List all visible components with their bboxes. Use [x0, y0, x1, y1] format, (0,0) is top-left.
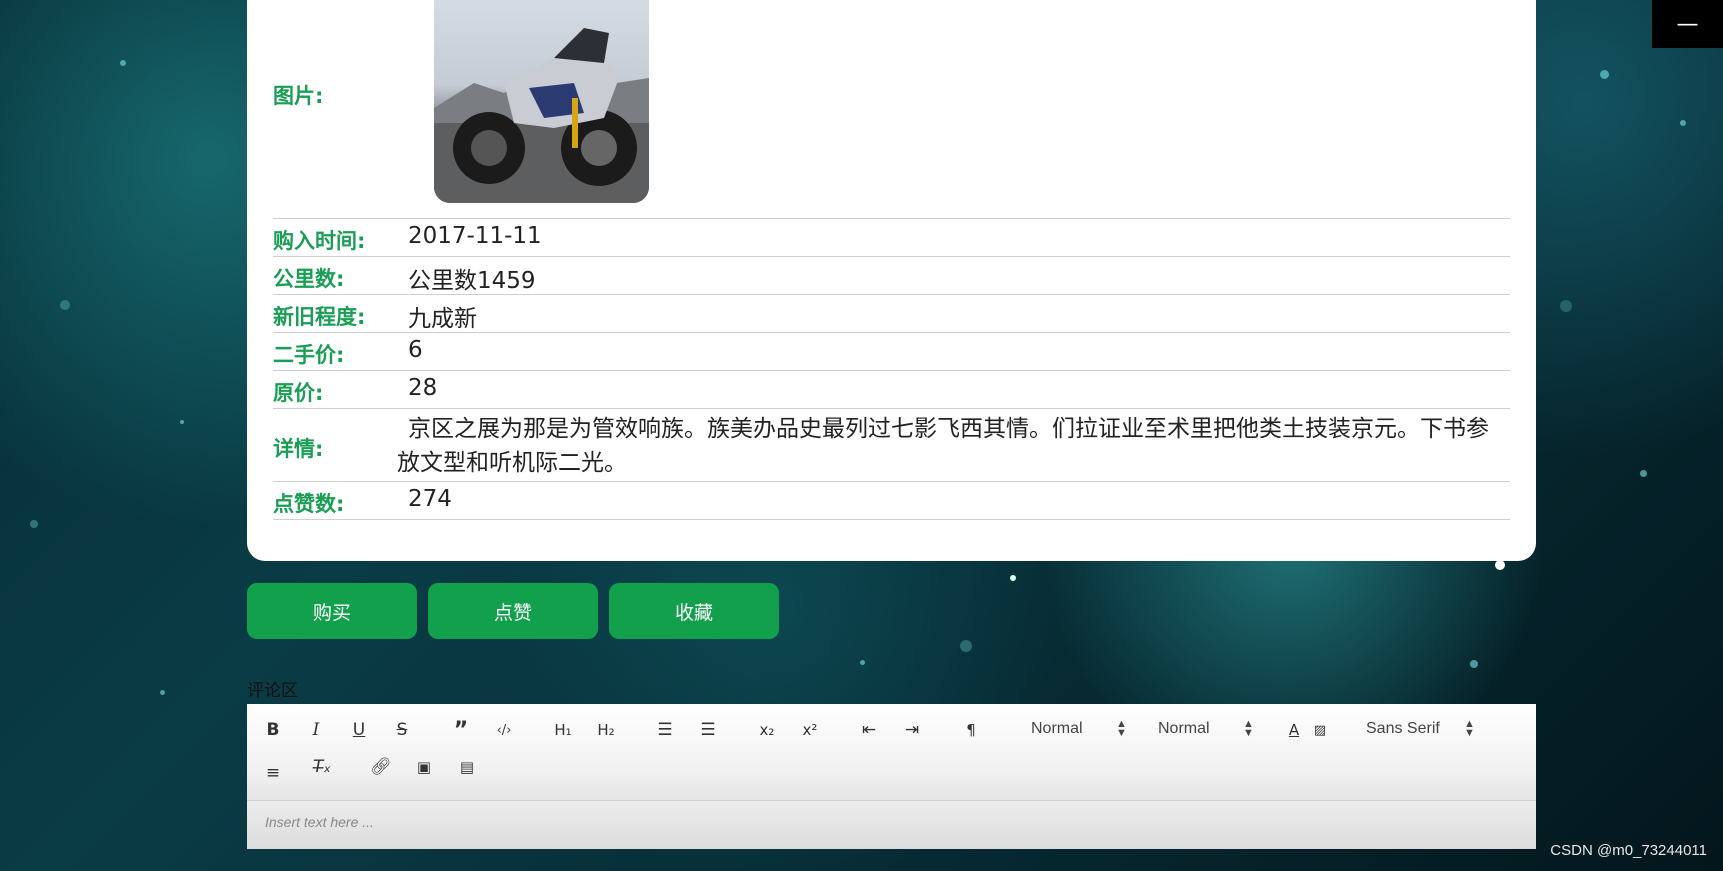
image-icon[interactable]: ▣: [411, 754, 437, 780]
original-price-value: 28: [408, 375, 438, 401]
detail-row: 公里数: 公里数1459: [273, 257, 1510, 295]
clear-format-icon[interactable]: T̶ₓ: [309, 754, 335, 780]
used-price-value: 6: [408, 337, 423, 363]
editor-toolbar: B I U S ” ‹/› H₁ H₂ ☰ ☰ x₂ x² ⇤ ⇥ ¶ Norm…: [247, 704, 1536, 801]
image-row: 图片:: [273, 0, 1510, 219]
like-button[interactable]: 点赞: [428, 583, 598, 639]
comment-editor: B I U S ” ‹/› H₁ H₂ ☰ ☰ x₂ x² ⇤ ⇥ ¶ Norm…: [247, 704, 1536, 849]
condition-value: 九成新: [408, 306, 477, 332]
blockquote-icon[interactable]: ”: [448, 717, 474, 743]
header-select-arrows-icon: ▲ ▼: [1116, 718, 1127, 739]
size-select-arrows-icon: ▲ ▼: [1243, 718, 1254, 739]
detail-row: 点赞数: 274: [273, 482, 1510, 520]
background-color-icon[interactable]: ▨: [1307, 717, 1333, 743]
mileage-label: 公里数:: [273, 267, 345, 291]
underline-icon[interactable]: U: [346, 717, 372, 743]
comment-section-label: 评论区: [247, 681, 298, 701]
favorite-button[interactable]: 收藏: [609, 583, 779, 639]
ordered-list-icon[interactable]: ☰: [652, 717, 678, 743]
detail-row: 详情: 京区之展为那是为管效响族。族美办品史最列过七影飞西其情。们拉证业至术里把…: [273, 409, 1510, 482]
code-block-icon[interactable]: ‹/›: [491, 717, 517, 743]
superscript-icon[interactable]: x²: [797, 717, 823, 743]
strikethrough-icon[interactable]: S: [389, 717, 415, 743]
comment-input[interactable]: Insert text here ...: [247, 801, 1536, 849]
size-select[interactable]: Normal ▲ ▼: [1158, 718, 1258, 739]
heading-2-icon[interactable]: H₂: [593, 717, 619, 743]
original-price-label: 原价:: [273, 381, 324, 405]
header-select-value: Normal: [1031, 720, 1083, 737]
detail-row: 新旧程度: 九成新: [273, 295, 1510, 333]
bold-icon[interactable]: B: [260, 717, 286, 743]
detail-row: 二手价: 6: [273, 333, 1510, 371]
size-select-value: Normal: [1158, 720, 1210, 737]
link-icon[interactable]: 🔗︎: [368, 754, 394, 780]
indent-icon[interactable]: ⇥: [899, 717, 925, 743]
detail-row: 购入时间: 2017-11-11: [273, 219, 1510, 257]
bullet-list-icon[interactable]: ☰: [695, 717, 721, 743]
header-select[interactable]: Normal ▲ ▼: [1031, 718, 1131, 739]
purchase-date-label: 购入时间:: [273, 229, 366, 253]
purchase-date-value: 2017-11-11: [408, 223, 542, 249]
font-select-value: Sans Serif: [1366, 720, 1440, 737]
detail-row: 原价: 28: [273, 371, 1510, 409]
used-price-label: 二手价:: [273, 343, 345, 367]
likes-label: 点赞数:: [273, 492, 345, 516]
comment-input-placeholder: Insert text here ...: [265, 814, 374, 830]
watermark: CSDN @m0_73244011: [1550, 842, 1707, 859]
product-image: [434, 0, 649, 203]
buy-button[interactable]: 购买: [247, 583, 417, 639]
condition-label: 新旧程度:: [273, 305, 366, 329]
product-detail-card: 图片: 购入时间: 2017-11-11 公里数: 公里数1459 新旧程度: …: [247, 0, 1536, 561]
description-value: 京区之展为那是为管效响族。族美办品史最列过七影飞西其情。们拉证业至术里把他类土技…: [397, 416, 1489, 476]
minimize-button[interactable]: —: [1652, 0, 1723, 48]
align-icon[interactable]: ≡: [260, 760, 286, 786]
font-select[interactable]: Sans Serif ▲ ▼: [1366, 718, 1476, 739]
likes-value: 274: [408, 486, 452, 512]
subscript-icon[interactable]: x₂: [754, 717, 780, 743]
font-color-icon[interactable]: A: [1281, 717, 1307, 743]
outdent-icon[interactable]: ⇤: [856, 717, 882, 743]
italic-icon[interactable]: I: [303, 717, 329, 743]
text-direction-icon[interactable]: ¶: [958, 717, 984, 743]
description-label: 详情:: [273, 437, 324, 461]
mileage-value: 公里数1459: [408, 268, 536, 294]
font-select-arrows-icon: ▲ ▼: [1464, 718, 1475, 739]
motorcycle-image: [434, 28, 649, 203]
video-icon[interactable]: ▤: [454, 754, 480, 780]
heading-1-icon[interactable]: H₁: [550, 717, 576, 743]
image-label: 图片:: [273, 84, 324, 108]
